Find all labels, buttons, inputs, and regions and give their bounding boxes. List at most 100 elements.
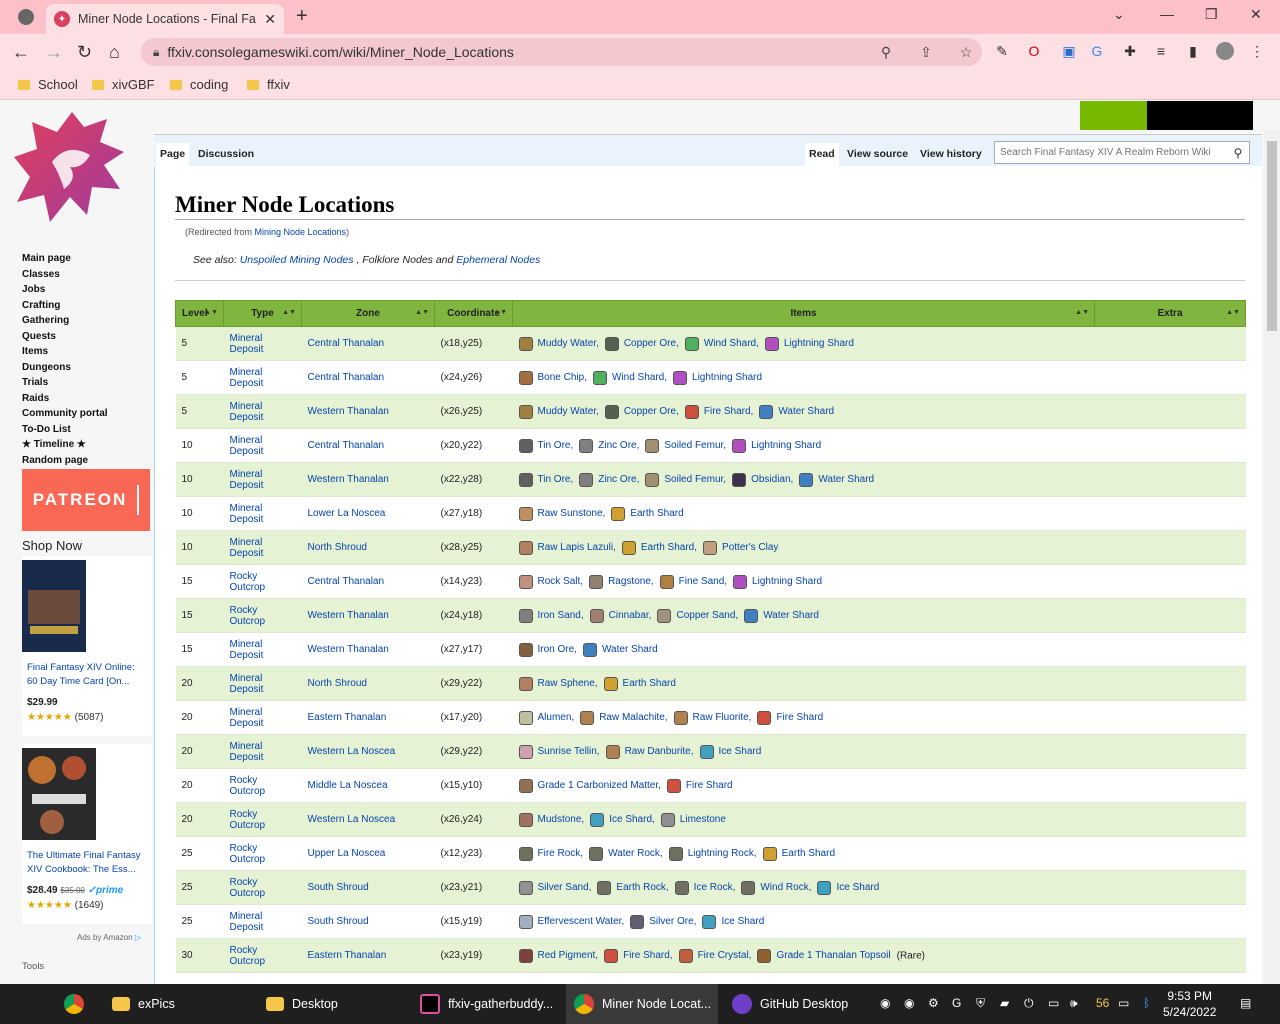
home-icon[interactable]: ⌂ <box>109 42 120 62</box>
item-link[interactable]: Sunrise Tellin, <box>538 746 600 757</box>
item-icon[interactable] <box>659 574 674 589</box>
zone-link[interactable]: Middle La Noscea <box>308 780 388 791</box>
zone-link[interactable]: Lower La Noscea <box>308 508 386 519</box>
node-type-link[interactable]: Mineral Deposit <box>230 639 264 661</box>
zone-link[interactable]: Western Thanalan <box>308 610 389 621</box>
sidebar-item-quests[interactable]: Quests <box>22 329 152 345</box>
item-icon[interactable] <box>605 744 620 759</box>
item-icon[interactable] <box>668 846 683 861</box>
zone-link[interactable]: Central Thanalan <box>308 372 385 383</box>
sidebar-item-trials[interactable]: Trials <box>22 375 152 391</box>
item-link[interactable]: Fire Shard <box>686 780 733 791</box>
item-link[interactable]: Tin Ore, <box>538 440 574 451</box>
item-icon[interactable] <box>518 370 533 385</box>
banner-ad-green[interactable] <box>1080 101 1147 130</box>
node-type-link[interactable]: Mineral Deposit <box>230 469 264 491</box>
item-link[interactable]: Potter's Clay <box>722 542 778 553</box>
tray-number[interactable]: 56 <box>1096 996 1109 1010</box>
zone-link[interactable]: Central Thanalan <box>308 440 385 451</box>
node-type-link[interactable]: Rocky Outcrop <box>230 809 266 831</box>
item-icon[interactable] <box>518 608 533 623</box>
item-icon[interactable] <box>580 710 595 725</box>
item-link[interactable]: Mudstone, <box>538 814 585 825</box>
ad-title[interactable]: Final Fantasy XIV Online: 60 Day Time Ca… <box>22 655 152 689</box>
item-link[interactable]: Lightning Shard <box>752 576 822 587</box>
node-type-link[interactable]: Mineral Deposit <box>230 435 264 457</box>
item-link[interactable]: Ice Shard, <box>609 814 655 825</box>
item-icon[interactable] <box>733 574 748 589</box>
amazon-ad-time-card[interactable]: Final Fantasy XIV Online: 60 Day Time Ca… <box>22 556 152 736</box>
share-icon[interactable]: ⇪ <box>910 44 942 61</box>
item-link[interactable]: Water Shard <box>818 474 874 485</box>
sidebar-item-items[interactable]: Items <box>22 344 152 360</box>
item-link[interactable]: Fire Crystal, <box>698 950 752 961</box>
item-icon[interactable] <box>518 778 533 793</box>
zone-link[interactable]: Western Thanalan <box>308 406 389 417</box>
node-type-link[interactable]: Rocky Outcrop <box>230 775 266 797</box>
sidebar-item-timeline[interactable]: ★ Timeline ★ <box>22 437 152 453</box>
zone-link[interactable]: Eastern Thanalan <box>308 950 387 961</box>
sidebar-item-main-page[interactable]: Main page <box>22 251 152 267</box>
item-link[interactable]: Effervescent Water, <box>538 916 625 927</box>
item-link[interactable]: Lightning Shard <box>692 372 762 383</box>
item-icon[interactable] <box>518 948 533 963</box>
sidebar-item-jobs[interactable]: Jobs <box>22 282 152 298</box>
item-link[interactable]: Zinc Ore, <box>598 474 639 485</box>
item-link[interactable]: Water Shard <box>778 406 834 417</box>
item-link[interactable]: Limestone <box>680 814 726 825</box>
sidebar-item-community-portal[interactable]: Community portal <box>22 406 152 422</box>
item-icon[interactable] <box>703 540 718 555</box>
item-icon[interactable] <box>741 880 756 895</box>
item-icon[interactable] <box>702 914 717 929</box>
item-icon[interactable] <box>579 472 594 487</box>
item-link[interactable]: Earth Rock, <box>616 882 668 893</box>
opera-extension-icon[interactable]: O <box>1025 42 1043 60</box>
item-link[interactable]: Red Pigment, <box>538 950 599 961</box>
item-icon[interactable] <box>757 948 772 963</box>
item-link[interactable]: Raw Malachite, <box>599 712 667 723</box>
zone-link[interactable]: Central Thanalan <box>308 338 385 349</box>
tab-search-chevron-icon[interactable]: ⌄ <box>1113 6 1125 23</box>
tab-discussion[interactable]: Discussion <box>194 143 258 167</box>
item-icon[interactable] <box>660 812 675 827</box>
item-icon[interactable] <box>604 404 619 419</box>
item-link[interactable]: Bone Chip, <box>538 372 587 383</box>
item-icon[interactable] <box>579 438 594 453</box>
sidebar-item-classes[interactable]: Classes <box>22 267 152 283</box>
item-icon[interactable] <box>518 574 533 589</box>
browser-tab-active[interactable]: ✦ Miner Node Locations - Final Fantasy ✕ <box>46 4 284 34</box>
ffxiv-logo-icon[interactable] <box>12 107 127 227</box>
header-level[interactable]: Level ▲▼ <box>175 300 224 327</box>
item-icon[interactable] <box>597 880 612 895</box>
redirect-link[interactable]: Mining Node Locations <box>255 227 347 237</box>
item-icon[interactable] <box>645 472 660 487</box>
zone-link[interactable]: Eastern Thanalan <box>308 712 387 723</box>
item-icon[interactable] <box>589 846 604 861</box>
item-link[interactable]: Raw Sunstone, <box>538 508 606 519</box>
node-type-link[interactable]: Rocky Outcrop <box>230 843 266 865</box>
item-link[interactable]: Earth Shard <box>630 508 683 519</box>
minimize-icon[interactable]: — <box>1160 6 1174 22</box>
item-link[interactable]: Wind Rock, <box>760 882 811 893</box>
taskbar-app-intellij[interactable]: ffxiv-gatherbuddy... <box>412 984 560 1024</box>
security-tray-icon[interactable]: ⛨ <box>976 996 985 1011</box>
item-link[interactable]: Iron Ore, <box>538 644 577 655</box>
nvidia-tray-icon[interactable]: ▰ <box>1000 996 1009 1010</box>
item-icon[interactable] <box>799 472 814 487</box>
item-icon[interactable] <box>518 472 533 487</box>
item-icon[interactable] <box>604 948 619 963</box>
grammarly-tray-icon[interactable]: G <box>952 996 961 1010</box>
header-extra[interactable]: Extra ▲▼ <box>1094 300 1246 327</box>
item-icon[interactable] <box>518 914 533 929</box>
chrome-taskbar-icon[interactable] <box>56 984 96 1024</box>
tab-page[interactable]: Page <box>156 143 190 167</box>
patreon-banner[interactable]: PATREON <box>22 469 150 531</box>
item-link[interactable]: Earth Shard <box>623 678 676 689</box>
avatar[interactable] <box>1216 42 1234 60</box>
sidebar-item-crafting[interactable]: Crafting <box>22 298 152 314</box>
volume-tray-icon[interactable]: 🕪︎ <box>1070 996 1078 1011</box>
zone-link[interactable]: Central Thanalan <box>308 576 385 587</box>
node-type-link[interactable]: Mineral Deposit <box>230 673 264 695</box>
item-link[interactable]: Raw Danburite, <box>625 746 694 757</box>
sidebar-item-random-page[interactable]: Random page <box>22 453 152 469</box>
